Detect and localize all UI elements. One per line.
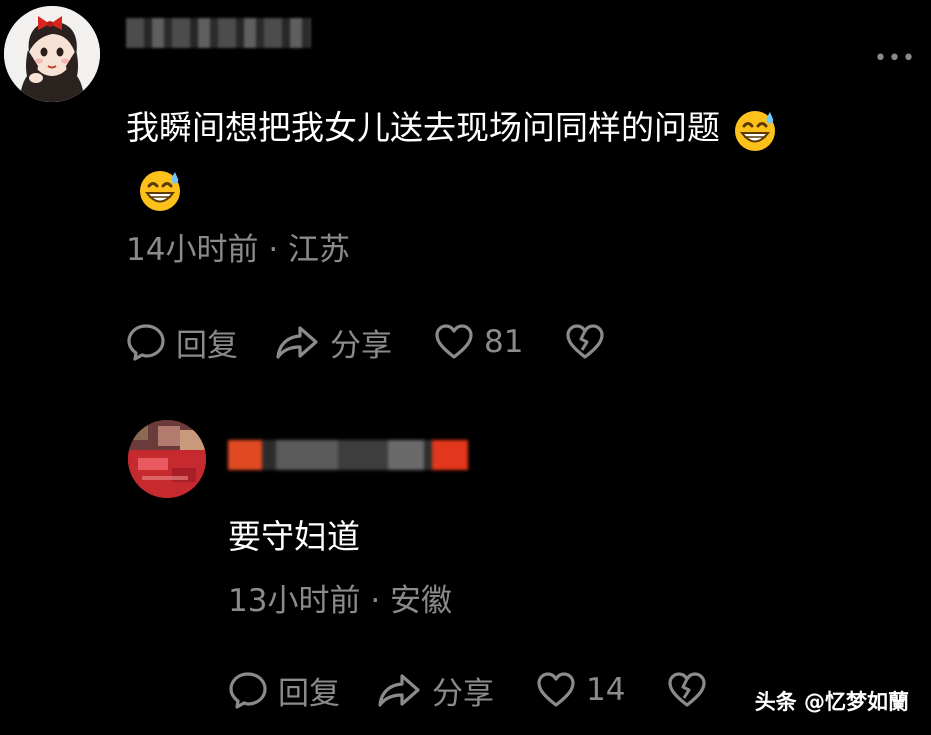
commenter-username-blurred[interactable]: [126, 18, 311, 48]
meta-separator: ·: [370, 583, 381, 619]
reply-location: 安徽: [390, 583, 453, 619]
share-label: 分享: [432, 675, 494, 712]
broken-heart-icon: [668, 672, 707, 707]
comment-bubble-icon: [127, 324, 165, 361]
share-arrow-icon: [276, 326, 318, 359]
broken-heart-icon: [566, 324, 605, 359]
comment-text-body: 我瞬间想把我女儿送去现场问同样的问题: [126, 108, 720, 147]
comment-action-bar: 回复 分享 81: [126, 320, 605, 364]
meta-separator: ·: [268, 232, 279, 268]
comment-bubble-icon: [229, 672, 267, 709]
like-button[interactable]: 81: [434, 322, 523, 362]
comment-meta: 14小时前 · 江苏: [126, 224, 350, 269]
heart-icon: [537, 672, 575, 707]
reply-action-bar: 回复 分享 14: [228, 668, 707, 712]
blurred-avatar-icon: [128, 420, 206, 498]
like-button[interactable]: 14: [536, 670, 625, 710]
reply-time: 13小时前: [228, 583, 361, 619]
share-label: 分享: [330, 327, 392, 364]
dislike-button[interactable]: [667, 670, 707, 710]
like-count: 14: [586, 672, 626, 708]
like-count: 81: [484, 324, 524, 360]
reply-label: 回复: [176, 327, 238, 364]
reply-button[interactable]: 回复: [228, 668, 340, 713]
cartoon-girl-avatar-icon: [4, 6, 100, 102]
reply-label: 回复: [278, 675, 340, 712]
reply-button[interactable]: 回复: [126, 320, 238, 365]
more-dots-icon[interactable]: •••: [874, 46, 916, 71]
reply-text: 要守妇道: [228, 517, 360, 556]
comment-time: 14小时前: [126, 232, 259, 268]
grinning-face-with-sweat-emoji: [140, 170, 180, 211]
share-button[interactable]: 分享: [274, 320, 392, 365]
commenter-avatar[interactable]: [4, 6, 100, 102]
comment-location: 江苏: [288, 232, 351, 268]
comment-text: 我瞬间想把我女儿送去现场问同样的问题: [126, 98, 896, 218]
heart-icon: [435, 324, 473, 359]
share-arrow-icon: [378, 674, 420, 707]
share-button[interactable]: 分享: [376, 668, 494, 713]
reply-meta: 13小时前 · 安徽: [228, 575, 452, 620]
replier-avatar[interactable]: [128, 420, 206, 498]
replier-username-blurred[interactable]: [228, 440, 468, 470]
dislike-button[interactable]: [565, 322, 605, 362]
grinning-face-with-sweat-emoji: [734, 110, 775, 151]
watermark: 头条 @忆梦如蘭: [754, 690, 909, 714]
